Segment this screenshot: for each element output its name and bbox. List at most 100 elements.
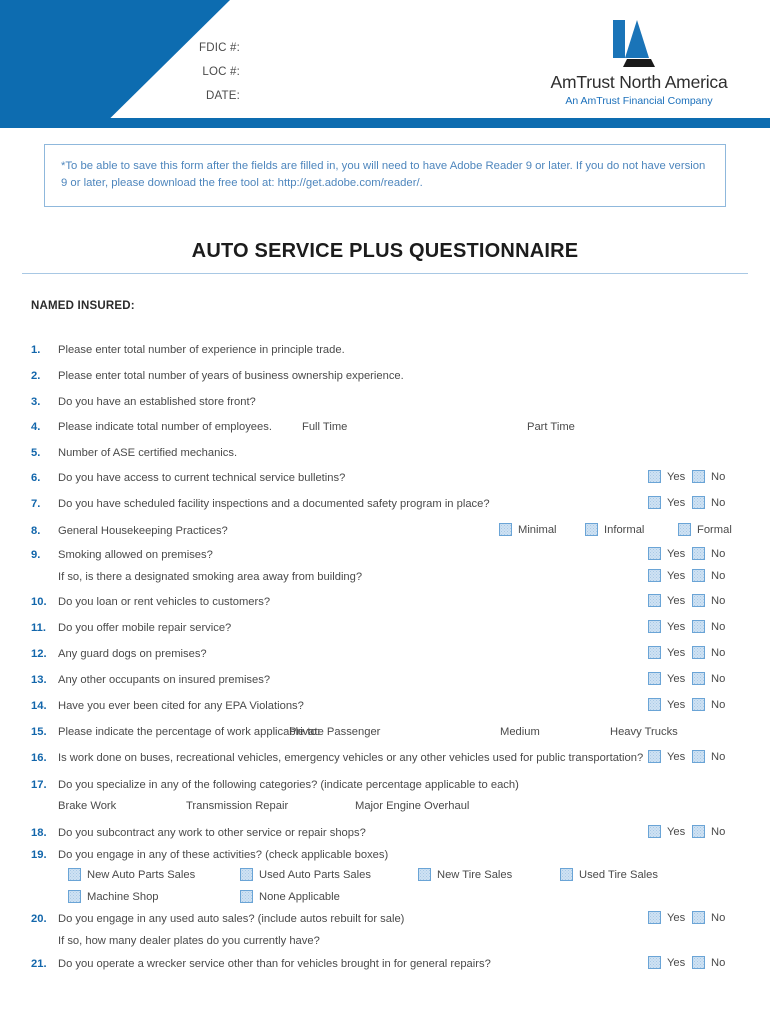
checkbox-icon[interactable] xyxy=(692,750,705,763)
option-no[interactable]: No xyxy=(692,646,725,659)
checkbox-icon[interactable] xyxy=(648,750,661,763)
option-label: Yes xyxy=(667,956,686,969)
checkbox-icon[interactable] xyxy=(648,496,661,509)
checkbox-icon[interactable] xyxy=(418,868,431,881)
question-number: 1. xyxy=(31,344,41,356)
option-yes[interactable]: Yes xyxy=(648,620,685,633)
checkbox-icon[interactable] xyxy=(648,956,661,969)
option-label: No xyxy=(711,620,726,633)
option-no[interactable]: No xyxy=(692,620,725,633)
checkbox-icon[interactable] xyxy=(692,956,705,969)
option-label: No xyxy=(711,569,726,582)
option-no[interactable]: No xyxy=(692,956,725,969)
activity-checkbox[interactable]: None Applicable xyxy=(240,890,340,903)
checkbox-icon[interactable] xyxy=(692,825,705,838)
checkbox-icon[interactable] xyxy=(648,470,661,483)
option-yes[interactable]: Yes xyxy=(648,750,685,763)
option-no[interactable]: No xyxy=(692,825,725,838)
checkbox-icon[interactable] xyxy=(692,594,705,607)
checkbox-icon[interactable] xyxy=(692,698,705,711)
activity-checkbox[interactable]: Used Tire Sales xyxy=(560,868,658,881)
activity-checkbox[interactable]: Machine Shop xyxy=(68,890,159,903)
option-yes[interactable]: Yes xyxy=(648,911,685,924)
checkbox-icon[interactable] xyxy=(240,890,253,903)
option-label: No xyxy=(711,698,726,711)
checkbox-icon[interactable] xyxy=(240,868,253,881)
checkbox-icon[interactable] xyxy=(648,620,661,633)
question-text: Do you operate a wrecker service other t… xyxy=(58,958,491,970)
option-yes[interactable]: Yes xyxy=(648,594,685,607)
sub-option-yes[interactable]: Yes xyxy=(648,569,685,582)
question-text: Please enter total number of experience … xyxy=(58,344,345,356)
checkbox-icon[interactable] xyxy=(692,620,705,633)
option-yes[interactable]: Yes xyxy=(648,672,685,685)
option-no[interactable]: No xyxy=(692,911,725,924)
option-label: Yes xyxy=(667,620,686,633)
checkbox-icon[interactable] xyxy=(692,496,705,509)
checkbox-icon[interactable] xyxy=(585,523,598,536)
option-yes[interactable]: Yes xyxy=(648,956,685,969)
activity-checkbox[interactable]: New Tire Sales xyxy=(418,868,512,881)
checkbox-icon[interactable] xyxy=(692,911,705,924)
checkbox-icon[interactable] xyxy=(648,547,661,560)
option-no[interactable]: No xyxy=(692,470,725,483)
checkbox-icon[interactable] xyxy=(68,890,81,903)
option-no[interactable]: No xyxy=(692,698,725,711)
checkbox-icon[interactable] xyxy=(692,470,705,483)
inline-option-label: Full Time xyxy=(302,421,348,433)
option-label: Yes xyxy=(667,672,686,685)
option-no[interactable]: No xyxy=(692,547,725,560)
checkbox-icon[interactable] xyxy=(692,569,705,582)
activity-checkbox[interactable]: New Auto Parts Sales xyxy=(68,868,195,881)
checkbox-icon[interactable] xyxy=(648,911,661,924)
option-no[interactable]: No xyxy=(692,496,725,509)
question-number: 11. xyxy=(31,622,46,634)
option-formal[interactable]: Formal xyxy=(678,523,732,536)
checkbox-icon[interactable] xyxy=(499,523,512,536)
option-label: No xyxy=(711,750,726,763)
option-no[interactable]: No xyxy=(692,594,725,607)
option-yes[interactable]: Yes xyxy=(648,698,685,711)
adobe-reader-notice-text: *To be able to save this form after the … xyxy=(61,160,706,189)
question-text: Do you loan or rent vehicles to customer… xyxy=(58,596,271,608)
question-number: 15. xyxy=(31,726,47,738)
checkbox-icon[interactable] xyxy=(648,825,661,838)
option-label: Used Auto Parts Sales xyxy=(259,868,371,881)
checkbox-icon[interactable] xyxy=(648,594,661,607)
option-yes[interactable]: Yes xyxy=(648,646,685,659)
option-label: No xyxy=(711,547,726,560)
question-number: 5. xyxy=(31,447,41,459)
option-no[interactable]: No xyxy=(692,750,725,763)
checkbox-icon[interactable] xyxy=(648,569,661,582)
option-yes[interactable]: Yes xyxy=(648,825,685,838)
option-no[interactable]: No xyxy=(692,672,725,685)
checkbox-icon[interactable] xyxy=(648,698,661,711)
activity-checkbox[interactable]: Used Auto Parts Sales xyxy=(240,868,371,881)
question-text: Do you engage in any used auto sales? (i… xyxy=(58,913,405,925)
sub-option-no[interactable]: No xyxy=(692,569,725,582)
question-text: Do you offer mobile repair service? xyxy=(58,622,232,634)
option-yes[interactable]: Yes xyxy=(648,496,685,509)
question-text: Any other occupants on insured premises? xyxy=(58,674,271,686)
inline-option-label: Transmission Repair xyxy=(186,800,289,812)
amtrust-a-logo-icon xyxy=(607,18,671,68)
question-number: 20. xyxy=(31,913,47,925)
checkbox-icon[interactable] xyxy=(648,672,661,685)
question-number: 17. xyxy=(31,779,47,791)
option-informal[interactable]: Informal xyxy=(585,523,644,536)
inline-option-label: Brake Work xyxy=(58,800,117,812)
option-minimal[interactable]: Minimal xyxy=(499,523,557,536)
amtrust-logo: AmTrust North America An AmTrust Financi… xyxy=(534,18,744,107)
checkbox-icon[interactable] xyxy=(560,868,573,881)
option-yes[interactable]: Yes xyxy=(648,470,685,483)
checkbox-icon[interactable] xyxy=(68,868,81,881)
option-label: Machine Shop xyxy=(87,890,159,903)
checkbox-icon[interactable] xyxy=(648,646,661,659)
option-yes[interactable]: Yes xyxy=(648,547,685,560)
checkbox-icon[interactable] xyxy=(692,672,705,685)
checkbox-icon[interactable] xyxy=(678,523,691,536)
option-label: No xyxy=(711,956,726,969)
checkbox-icon[interactable] xyxy=(692,547,705,560)
question-text: Do you engage in any of these activities… xyxy=(58,849,389,861)
checkbox-icon[interactable] xyxy=(692,646,705,659)
